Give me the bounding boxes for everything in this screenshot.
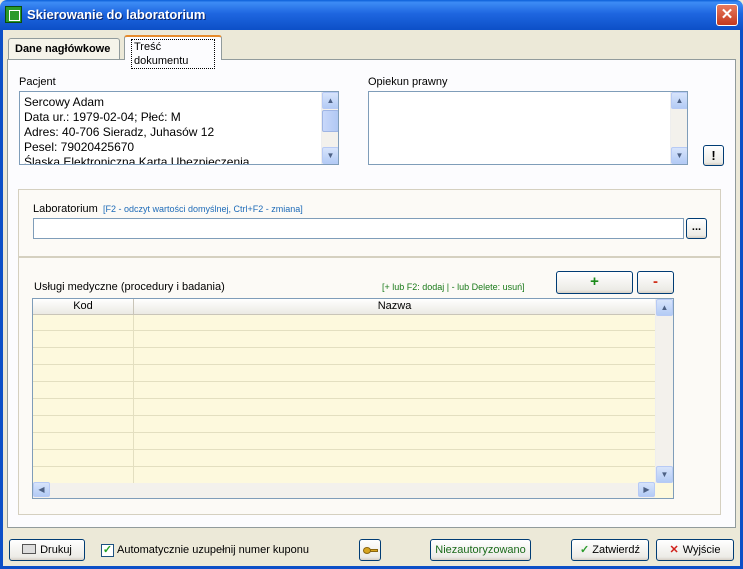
patient-line: Śląska Elektroniczna Karta Ubezpieczenia — [24, 155, 250, 165]
guardian-textarea[interactable]: ▲ ▼ — [368, 91, 688, 165]
auto-coupon-label: Automatycznie uzupełnij numer kuponu — [117, 544, 310, 556]
exclamation-button[interactable]: ! — [703, 145, 724, 166]
column-header-name[interactable]: Nazwa — [134, 299, 655, 315]
key-shaft — [370, 549, 378, 552]
tab-label: Dane nagłówkowe — [15, 43, 111, 55]
table-row[interactable] — [33, 468, 655, 484]
tab-header-data[interactable]: Dane nagłówkowe — [8, 38, 120, 60]
laboratory-browse-button[interactable]: ... — [686, 218, 707, 239]
checkmark-icon: ✓ — [580, 544, 590, 556]
print-label: Drukuj — [40, 544, 72, 556]
close-x-icon: ✕ — [669, 544, 679, 556]
confirm-label: Zatwierdź — [592, 544, 640, 556]
close-button[interactable]: ✕ — [716, 4, 738, 26]
patient-line: Data ur.: 1979-02-04; Płeć: M — [24, 110, 181, 124]
scroll-thumb[interactable] — [322, 110, 338, 132]
patient-line: Adres: 40-706 Sieradz, Juhasów 12 — [24, 125, 215, 139]
table-row[interactable] — [33, 417, 655, 433]
scroll-down-icon[interactable]: ▼ — [671, 147, 687, 164]
patient-scrollbar[interactable]: ▲ ▼ — [321, 92, 338, 164]
table-row[interactable] — [33, 383, 655, 399]
patient-line: Pesel: 79020425670 — [24, 140, 135, 154]
column-divider — [133, 315, 134, 485]
laboratory-label: Laboratorium — [33, 203, 98, 215]
patient-line: Sercowy Adam — [24, 95, 105, 109]
patient-lines: Sercowy Adam Data ur.: 1979-02-04; Płeć:… — [24, 95, 250, 165]
tab-document-content[interactable]: Treść dokumentu — [124, 35, 222, 69]
services-label: Usługi medyczne (procedury i badania) — [34, 281, 225, 293]
column-header-code[interactable]: Kod — [33, 299, 134, 315]
table-row[interactable] — [33, 434, 655, 450]
unauthorized-button[interactable]: Niezautoryzowano — [430, 539, 531, 561]
scroll-left-icon[interactable]: ◀ — [33, 482, 50, 497]
print-button[interactable]: Drukuj — [9, 539, 85, 561]
exit-label: Wyjście — [682, 544, 721, 556]
tab-label: Treść dokumentu — [131, 39, 215, 69]
scroll-down-icon[interactable]: ▼ — [322, 147, 338, 164]
guardian-label: Opiekun prawny — [368, 76, 448, 88]
services-grid[interactable]: Kod Nazwa ▲ ▼ ◀ ▶ — [32, 298, 674, 499]
table-row[interactable] — [33, 400, 655, 416]
auto-coupon-checkbox[interactable]: ✓ — [101, 544, 114, 557]
scroll-right-icon[interactable]: ▶ — [638, 482, 655, 497]
scroll-up-icon[interactable]: ▲ — [322, 92, 338, 109]
table-row[interactable] — [33, 315, 655, 331]
patient-label: Pacjent — [19, 76, 56, 88]
patient-textarea[interactable]: Sercowy Adam Data ur.: 1979-02-04; Płeć:… — [19, 91, 339, 165]
guardian-scrollbar[interactable]: ▲ ▼ — [670, 92, 687, 164]
exit-button[interactable]: ✕ Wyjście — [656, 539, 734, 561]
table-row[interactable] — [33, 366, 655, 382]
scroll-up-icon[interactable]: ▲ — [656, 299, 673, 316]
add-service-button[interactable]: + — [556, 271, 633, 294]
table-row[interactable] — [33, 451, 655, 467]
app-icon — [5, 6, 22, 23]
laboratory-input[interactable] — [33, 218, 684, 239]
grid-hscrollbar[interactable]: ◀ ▶ — [33, 482, 655, 498]
confirm-button[interactable]: ✓ Zatwierdź — [571, 539, 649, 561]
laboratory-hint: [F2 - odczyt wartości domyślnej, Ctrl+F2… — [103, 204, 303, 214]
remove-service-button[interactable]: - — [637, 271, 674, 294]
table-row[interactable] — [33, 332, 655, 348]
title-bar[interactable]: Skierowanie do laboratorium ✕ — [0, 0, 743, 30]
scroll-down-icon[interactable]: ▼ — [656, 466, 673, 483]
table-row[interactable] — [33, 349, 655, 365]
grid-vscrollbar[interactable]: ▲ ▼ — [655, 299, 673, 483]
grid-header: Kod Nazwa — [33, 299, 655, 315]
printer-icon — [22, 544, 37, 555]
key-button[interactable] — [359, 539, 381, 561]
services-hint: [+ lub F2: dodaj | - lub Delete: usuń] — [382, 282, 525, 292]
window-title: Skierowanie do laboratorium — [27, 7, 206, 22]
scroll-up-icon[interactable]: ▲ — [671, 92, 687, 109]
